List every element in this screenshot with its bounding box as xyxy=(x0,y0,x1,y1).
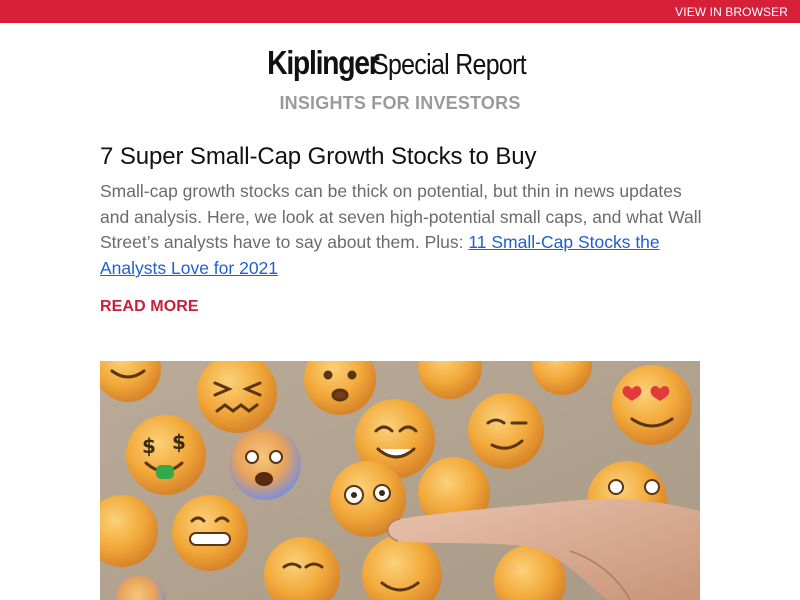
article-hero-image[interactable]: $ $ xyxy=(100,361,700,600)
top-bar: VIEW IN BROWSER xyxy=(0,0,800,23)
tagline: INSIGHTS FOR INVESTORS xyxy=(279,93,521,113)
brand-logo[interactable]: KiplingerSpecial Report xyxy=(0,44,800,82)
emoji-faces-hand-image: $ $ xyxy=(100,361,700,600)
view-in-browser-link[interactable]: VIEW IN BROWSER xyxy=(675,5,788,19)
article-title[interactable]: 7 Super Small-Cap Growth Stocks to Buy xyxy=(100,143,700,171)
svg-text:$: $ xyxy=(142,434,156,458)
brand-name: Kiplinger xyxy=(266,44,380,81)
svg-text:$: $ xyxy=(172,430,186,454)
read-more-link[interactable]: READ MORE xyxy=(100,298,199,316)
article-summary: Small-cap growth stocks can be thick on … xyxy=(100,179,710,282)
brand-suffix: Special Report xyxy=(372,49,527,81)
